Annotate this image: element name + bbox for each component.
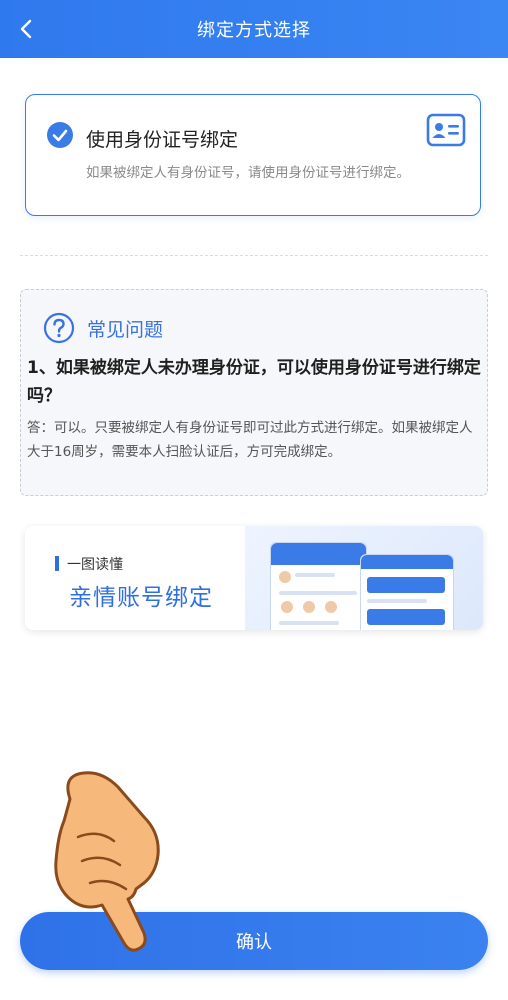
banner-title: 亲情账号绑定 (69, 585, 213, 611)
pointing-hand-icon (54, 771, 160, 952)
question-circle-icon (43, 312, 75, 344)
section-divider (20, 255, 488, 256)
check-circle-icon (47, 122, 73, 148)
phone-mockup-illustration (270, 542, 367, 630)
faq-section: 常见问题 1、如果被绑定人未办理身份证，可以使用身份证号进行绑定吗？ 答：可以。… (20, 289, 488, 496)
app-header: 绑定方式选择 (0, 0, 508, 58)
chevron-left-icon (20, 19, 32, 39)
id-card-icon (426, 113, 466, 147)
option-title: 使用身份证号绑定 (86, 129, 239, 151)
banner-accent-bar (55, 556, 59, 571)
id-binding-option[interactable]: 使用身份证号绑定 如果被绑定人有身份证号，请使用身份证号进行绑定。 (25, 94, 481, 216)
page-title: 绑定方式选择 (197, 20, 311, 41)
faq-title: 常见问题 (87, 318, 164, 341)
phone-mockup-illustration (360, 554, 454, 630)
banner-label: 一图读懂 (67, 557, 123, 573)
faq-header: 常见问题 (43, 312, 163, 344)
guide-banner[interactable]: 一图读懂 亲情账号绑定 (25, 526, 483, 630)
option-description: 如果被绑定人有身份证号，请使用身份证号进行绑定。 (86, 165, 410, 181)
back-button[interactable] (10, 12, 44, 46)
faq-answer: 答：可以。只要被绑定人有身份证号即可过此方式进行绑定。如果被绑定人大于16周岁，… (27, 420, 473, 460)
faq-question: 1、如果被绑定人未办理身份证，可以使用身份证号进行绑定吗？ (27, 358, 481, 406)
